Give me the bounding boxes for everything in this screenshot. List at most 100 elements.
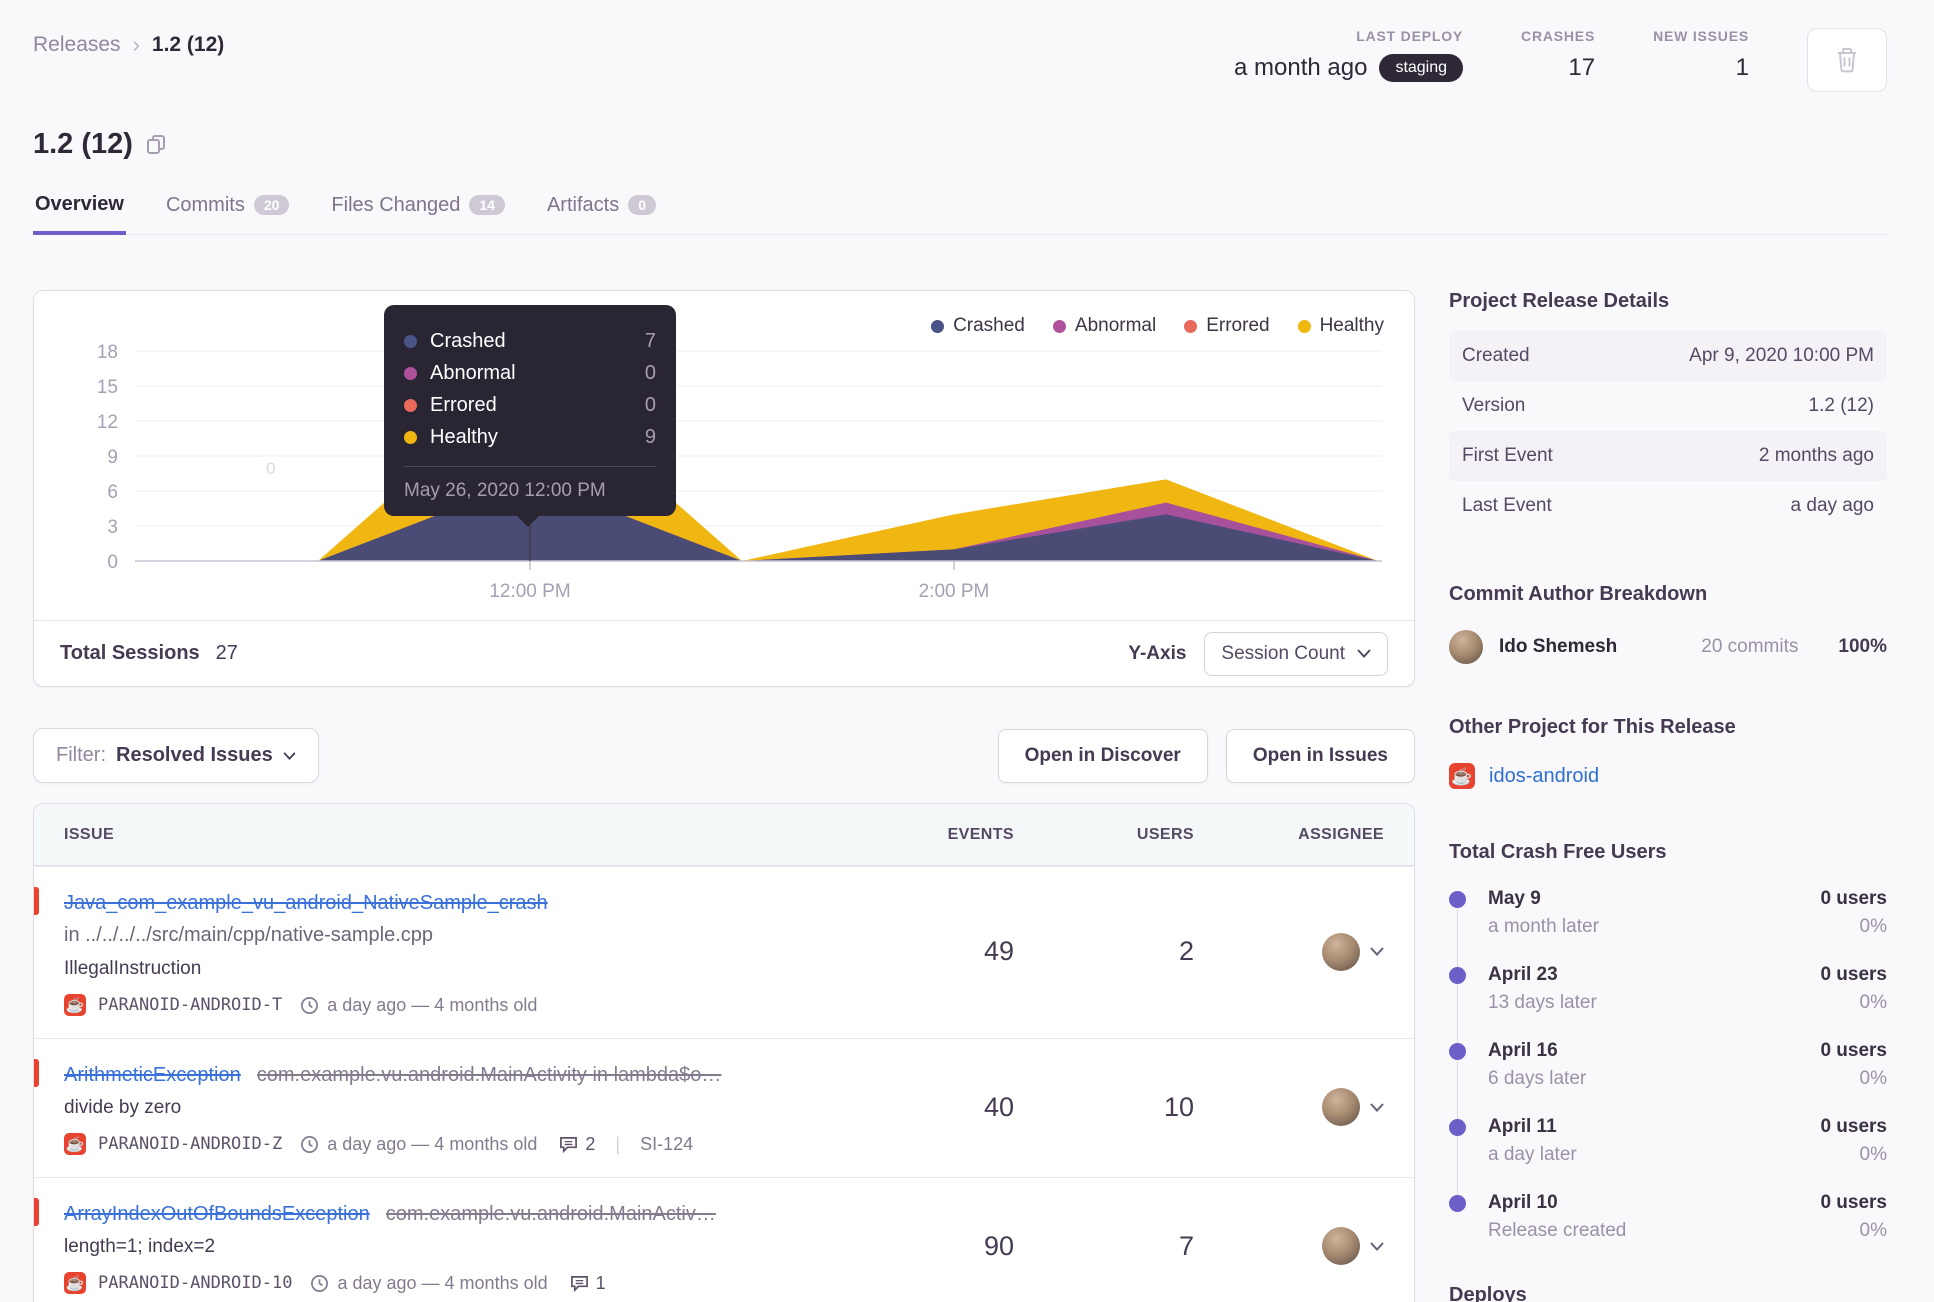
commit-author-breakdown-section: Commit Author Breakdown Ido Shemesh 20 c… [1449, 583, 1887, 664]
issue-row: Java_com_example_vu_android_NativeSample… [34, 866, 1414, 1038]
issue-users-count: 2 [1178, 936, 1194, 966]
sessions-chart-svg: 0 3 6 9 12 15 18 12:00 PM 2:00 PM [97, 342, 1382, 602]
breadcrumb-current: 1.2 (12) [151, 33, 225, 56]
timeline-dot-icon [1449, 1043, 1466, 1060]
chart-legend: Crashed Abnormal Errored Healthy [931, 315, 1384, 337]
assignee-avatar[interactable] [1322, 932, 1360, 971]
other-project-link[interactable]: idos-android [1489, 765, 1599, 788]
open-in-issues-button[interactable]: Open in Issues [1225, 728, 1415, 783]
svg-text:0: 0 [107, 552, 118, 573]
issues-filter-dropdown[interactable]: Filter: Resolved Issues [33, 728, 319, 783]
breadcrumb-releases-link[interactable]: Releases [33, 33, 121, 57]
issue-age: a day ago — 4 months old [337, 1272, 548, 1293]
unhandled-marker [34, 1198, 39, 1226]
chevron-down-icon[interactable] [1370, 947, 1384, 956]
header-issue: ISSUE [64, 825, 115, 843]
comment-count: 2 [585, 1133, 596, 1154]
issue-title-link[interactable]: Java_com_example_vu_android_NativeSample… [64, 887, 548, 919]
java-platform-icon: ☕ [64, 1133, 86, 1155]
section-title: Deploys [1449, 1284, 1527, 1302]
crash-free-item: April 11 0 users a day later 0% [1449, 1116, 1887, 1198]
project-slug: PARANOID-ANDROID-10 [98, 1273, 293, 1293]
svg-text:12:00 PM: 12:00 PM [489, 581, 570, 602]
tooltip-errored-dot-icon [404, 398, 417, 412]
tooltip-timestamp: May 26, 2020 12:00 PM [404, 466, 656, 502]
legend-item-errored[interactable]: Errored [1184, 315, 1270, 337]
project-release-details-section: Project Release Details Created Apr 9, 2… [1449, 290, 1887, 531]
commits-count-badge: 20 [253, 195, 290, 215]
comment-count: 1 [595, 1272, 606, 1293]
issue-culprit: com.example.vu.android.MainActivity in l… [256, 1064, 722, 1086]
issue-age: a day ago — 4 months old [327, 1133, 538, 1154]
tab-files-changed[interactable]: Files Changed 14 [329, 191, 507, 235]
open-in-discover-button[interactable]: Open in Discover [997, 728, 1208, 783]
issue-events-count: 49 [983, 936, 1014, 966]
issue-title-link[interactable]: ArithmeticException [64, 1059, 241, 1091]
tooltip-crashed-dot-icon [404, 334, 417, 348]
tab-bar: Overview Commits 20 Files Changed 14 Art… [33, 191, 1887, 235]
section-title: Other Project for This Release [1449, 716, 1736, 738]
tab-overview[interactable]: Overview [33, 191, 126, 235]
comment-icon [560, 1136, 578, 1153]
author-percent: 100% [1838, 636, 1887, 657]
section-title: Total Crash Free Users [1449, 841, 1667, 863]
copy-version-icon[interactable] [146, 134, 167, 155]
new-issues-value: 1 [1735, 54, 1749, 81]
sidebar: Project Release Details Created Apr 9, 2… [1449, 290, 1887, 1302]
crashes-value: 17 [1568, 54, 1596, 81]
chevron-down-icon[interactable] [1370, 1102, 1384, 1112]
last-deploy-value: a month ago [1234, 54, 1368, 81]
issue-events-count: 90 [983, 1230, 1014, 1261]
unhandled-marker [34, 887, 39, 915]
assignee-avatar[interactable] [1322, 1088, 1360, 1126]
chevron-down-icon[interactable] [1370, 1241, 1384, 1251]
svg-text:9: 9 [107, 447, 118, 468]
crash-free-item: April 23 0 users 13 days later 0% [1449, 964, 1887, 1046]
main-column: 0 3 6 9 12 15 18 12:00 PM 2:00 PM Crashed Abnorm… [33, 290, 1415, 1302]
commit-author-row: Ido Shemesh 20 commits 100% [1449, 630, 1887, 664]
clock-icon [301, 996, 319, 1014]
detail-row-last-event: Last Event a day ago [1462, 495, 1874, 516]
issue-title-link[interactable]: ArrayIndexOutOfBoundsException [64, 1198, 370, 1230]
chevron-down-icon [283, 751, 296, 760]
comment-icon [570, 1275, 588, 1292]
tab-commits[interactable]: Commits 20 [164, 191, 291, 235]
project-slug: PARANOID-ANDROID-T [98, 995, 283, 1015]
total-sessions-label: Total Sessions [60, 642, 200, 664]
top-header: Releases › 1.2 (12) LAST DEPLOY a month … [33, 0, 1887, 92]
issue-location: in ../../../../src/main/cpp/native-sampl… [64, 924, 434, 946]
meta-divider: | [615, 1133, 621, 1154]
issue-events-count: 40 [983, 1091, 1014, 1122]
timeline-dot-icon [1449, 967, 1466, 984]
issue-short-id: SI-124 [640, 1133, 694, 1154]
sessions-chart-plot: 0 3 6 9 12 15 18 12:00 PM 2:00 PM Crashed Abnorm… [34, 291, 1414, 620]
java-platform-icon: ☕ [1449, 763, 1475, 789]
assignee-avatar[interactable] [1322, 1227, 1360, 1265]
issues-table-header: ISSUE EVENTS USERS ASSIGNEE [34, 804, 1414, 866]
issue-row: ArithmeticException com.example.vu.andro… [34, 1038, 1414, 1177]
crash-free-item: April 16 0 users 6 days later 0% [1449, 1040, 1887, 1122]
section-title: Commit Author Breakdown [1449, 583, 1708, 605]
chevron-down-icon [1357, 649, 1371, 658]
crashes-label: CRASHES [1521, 28, 1596, 44]
delete-release-button[interactable] [1807, 28, 1887, 92]
legend-item-crashed[interactable]: Crashed [931, 315, 1025, 337]
last-deploy-label: LAST DEPLOY [1356, 28, 1464, 44]
yaxis-select[interactable]: Session Count [1204, 631, 1388, 676]
tooltip-healthy-dot-icon [404, 430, 417, 444]
abnormal-dot-icon [1052, 319, 1066, 333]
clock-icon [311, 1274, 329, 1292]
metric-crashes: CRASHES 17 [1521, 28, 1595, 82]
legend-item-abnormal[interactable]: Abnormal [1052, 315, 1156, 337]
issue-culprit: com.example.vu.android.MainActiv… [385, 1203, 716, 1225]
author-commit-count: 20 commits [1701, 636, 1799, 657]
crash-free-item: April 10 0 users Release created 0% [1449, 1192, 1887, 1268]
errored-dot-icon [1184, 319, 1198, 333]
environment-badge: staging [1379, 54, 1464, 82]
clock-icon [301, 1135, 319, 1153]
timeline-dot-icon [1449, 891, 1466, 908]
tooltip-abnormal-dot-icon [404, 366, 417, 380]
deploys-section: Deploys [1449, 1284, 1887, 1302]
legend-item-healthy[interactable]: Healthy [1297, 315, 1384, 337]
tab-artifacts[interactable]: Artifacts 0 [545, 191, 658, 235]
